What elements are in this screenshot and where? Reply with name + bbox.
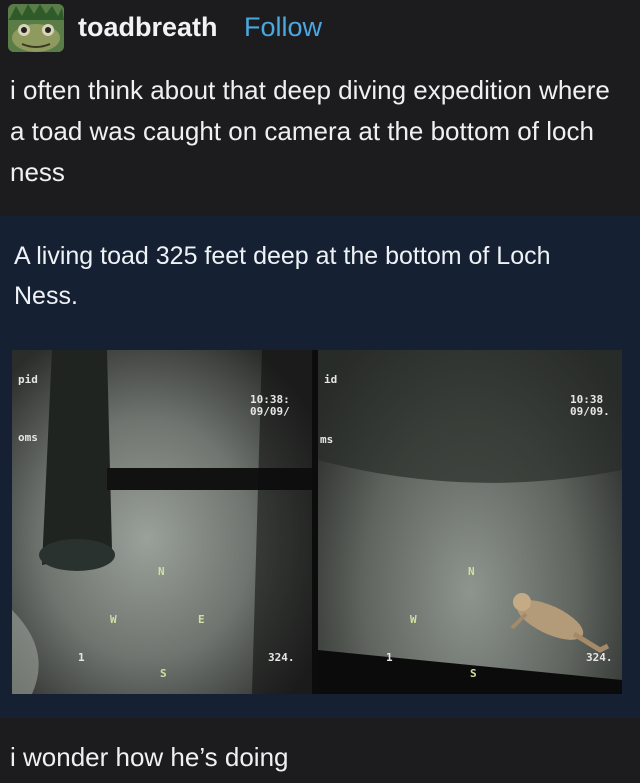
expedition-photo[interactable]: pid oms 10:38: 09/09/ N W E S 1 324. id … bbox=[12, 350, 622, 694]
left-compass-e: E bbox=[198, 613, 205, 626]
left-camera-frame: pid oms 10:38: 09/09/ N W E S 1 324. bbox=[12, 350, 312, 694]
quoted-text: A living toad 325 feet deep at the botto… bbox=[14, 242, 551, 310]
post-body-text: i often think about that deep diving exp… bbox=[10, 75, 610, 187]
left-osd-date: 09/09/ bbox=[250, 405, 290, 418]
left-osd-label-top: pid bbox=[18, 373, 38, 386]
toad-graphic bbox=[510, 593, 610, 653]
right-compass-w: W bbox=[410, 613, 417, 626]
left-osd-label-mid: oms bbox=[18, 431, 38, 444]
follow-button[interactable]: Follow bbox=[244, 12, 322, 43]
right-osd-date: 09/09. bbox=[570, 405, 610, 418]
left-compass-s: S bbox=[160, 667, 167, 680]
frog-avatar-icon[interactable] bbox=[8, 4, 64, 52]
left-compass-w: W bbox=[110, 613, 117, 626]
left-osd-marker: 1 bbox=[78, 651, 85, 664]
right-compass-n: N bbox=[468, 565, 475, 578]
right-camera-frame: id ms 10:38 09/09. N W S 1 324. bbox=[318, 350, 622, 694]
right-osd-marker: 1 bbox=[386, 651, 393, 664]
right-osd-depth: 324. bbox=[586, 651, 613, 664]
left-osd-depth: 324. bbox=[268, 651, 295, 664]
left-compass-n: N bbox=[158, 565, 165, 578]
post-header: toadbreath Follow bbox=[0, 0, 640, 56]
right-osd-label-mid: ms bbox=[320, 433, 334, 446]
quoted-post: A living toad 325 feet deep at the botto… bbox=[0, 216, 640, 718]
right-osd-label-top: id bbox=[324, 373, 338, 386]
right-compass-s: S bbox=[470, 667, 477, 680]
reblog-comment-text: i wonder how he’s doing bbox=[10, 742, 289, 772]
username-link[interactable]: toadbreath bbox=[78, 12, 218, 43]
